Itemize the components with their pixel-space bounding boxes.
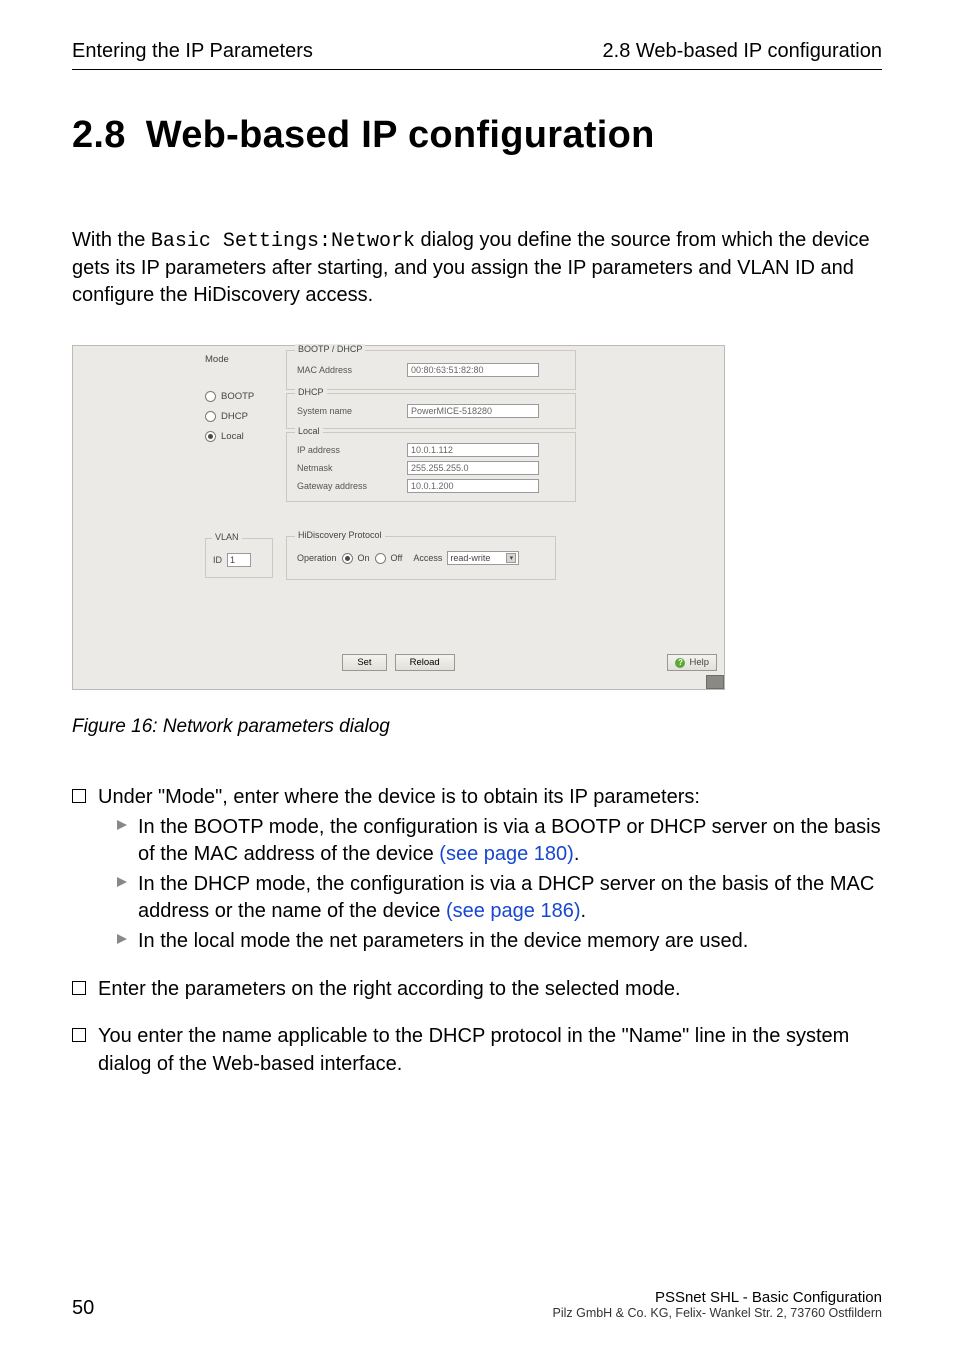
hidiscovery-legend: HiDiscovery Protocol [295, 530, 385, 540]
hid-radio-off[interactable] [375, 553, 386, 564]
period: . [574, 843, 580, 865]
figure-16: Mode BOOTP DHCP Local BOOTP / DHCP MAC A… [72, 345, 882, 690]
local-group: Local IP address 10.0.1.112 Netmask 255.… [286, 432, 576, 502]
radio-bootp[interactable]: BOOTP [205, 391, 275, 402]
gateway-field[interactable]: 10.0.1.200 [407, 479, 539, 493]
triangle-bullet-icon [116, 818, 130, 869]
resize-grip-icon [706, 675, 724, 689]
mode-label: Mode [205, 354, 275, 365]
task-2: Enter the parameters on the right accord… [72, 976, 882, 1004]
page-number: 50 [72, 1297, 94, 1320]
figure-caption: Figure 16: Network parameters dialog [72, 716, 882, 738]
triangle-bullet-icon [116, 932, 130, 956]
hidiscovery-group: HiDiscovery Protocol Operation On Off Ac… [286, 536, 556, 580]
checkbox-icon [72, 789, 86, 803]
dhcp-legend: DHCP [295, 387, 327, 397]
task-3-text: You enter the name applicable to the DHC… [98, 1023, 882, 1078]
task-1-text: Under "Mode", enter where the device is … [98, 784, 882, 812]
hid-op-label: Operation [297, 553, 337, 563]
netmask-label: Netmask [297, 463, 333, 473]
radio-dhcp[interactable]: DHCP [205, 411, 275, 422]
intro-paragraph: With the Basic Settings:Network dialog y… [72, 227, 882, 309]
bootp-dhcp-legend: BOOTP / DHCP [295, 344, 365, 354]
help-label: Help [689, 657, 709, 668]
hid-on-label: On [358, 553, 370, 563]
ip-label: IP address [297, 445, 340, 455]
intro-mono: Basic Settings:Network [151, 230, 415, 253]
header-rule [72, 69, 882, 70]
chevron-down-icon: ▾ [506, 553, 516, 563]
vlan-id-field[interactable]: 1 [227, 553, 251, 567]
dhcp-group: DHCP System name PowerMICE-518280 [286, 393, 576, 429]
help-icon: ? [675, 658, 685, 668]
hid-access-label: Access [413, 553, 442, 563]
task-3: You enter the name applicable to the DHC… [72, 1023, 882, 1078]
page-ref-180[interactable]: (see page 180) [439, 843, 574, 865]
radio-icon [205, 411, 216, 422]
checkbox-icon [72, 981, 86, 995]
bootp-dhcp-group: BOOTP / DHCP MAC Address 00:80:63:51:82:… [286, 350, 576, 390]
local-legend: Local [295, 426, 323, 436]
vlan-id-label: ID [213, 555, 222, 565]
period: . [581, 900, 587, 922]
hid-access-select[interactable]: read-write ▾ [447, 551, 519, 565]
footer-company: Pilz GmbH & Co. KG, Felix- Wankel Str. 2… [552, 1306, 882, 1320]
header-right: 2.8 Web-based IP configuration [603, 40, 882, 63]
vlan-legend: VLAN [212, 532, 242, 542]
set-button[interactable]: Set [342, 654, 386, 671]
hid-access-value: read-write [450, 553, 490, 563]
footer-title: PSSnet SHL - Basic Configuration [552, 1289, 882, 1306]
hid-radio-on[interactable] [342, 553, 353, 564]
checkbox-icon [72, 1028, 86, 1042]
radio-icon [205, 391, 216, 402]
chapter-number: 2.8 [72, 114, 126, 156]
task-1c: In the local mode the net parameters in … [116, 928, 882, 956]
vlan-group: VLAN ID 1 [205, 538, 273, 578]
netmask-field[interactable]: 255.255.255.0 [407, 461, 539, 475]
mode-column: Mode BOOTP DHCP Local [205, 354, 275, 451]
gateway-label: Gateway address [297, 481, 367, 491]
radio-local-label: Local [221, 431, 244, 442]
chapter-title-text: Web-based IP configuration [146, 114, 655, 156]
mac-field[interactable]: 00:80:63:51:82:80 [407, 363, 539, 377]
task-1: Under "Mode", enter where the device is … [72, 784, 882, 956]
chapter-heading: 2.8 Web-based IP configuration [72, 114, 882, 157]
triangle-bullet-icon [116, 875, 130, 926]
task-1a: In the BOOTP mode, the configuration is … [116, 814, 882, 869]
reload-button[interactable]: Reload [395, 654, 455, 671]
task-1b: In the DHCP mode, the configuration is v… [116, 871, 882, 926]
page-footer: 50 PSSnet SHL - Basic Configuration Pilz… [72, 1289, 882, 1320]
page-ref-186[interactable]: (see page 186) [446, 900, 581, 922]
task-1c-text: In the local mode the net parameters in … [138, 928, 748, 956]
task-list: Under "Mode", enter where the device is … [72, 784, 882, 1078]
radio-local[interactable]: Local [205, 431, 275, 442]
radio-dhcp-label: DHCP [221, 411, 248, 422]
radio-icon [205, 431, 216, 442]
dialog-screenshot: Mode BOOTP DHCP Local BOOTP / DHCP MAC A… [72, 345, 725, 690]
sysname-label: System name [297, 406, 352, 416]
radio-bootp-label: BOOTP [221, 391, 254, 402]
intro-pre: With the [72, 229, 151, 251]
header-left: Entering the IP Parameters [72, 40, 313, 63]
ip-field[interactable]: 10.0.1.112 [407, 443, 539, 457]
task-2-text: Enter the parameters on the right accord… [98, 976, 882, 1004]
hid-off-label: Off [391, 553, 403, 563]
mac-label: MAC Address [297, 365, 352, 375]
help-button[interactable]: ? Help [667, 654, 717, 671]
sysname-field[interactable]: PowerMICE-518280 [407, 404, 539, 418]
